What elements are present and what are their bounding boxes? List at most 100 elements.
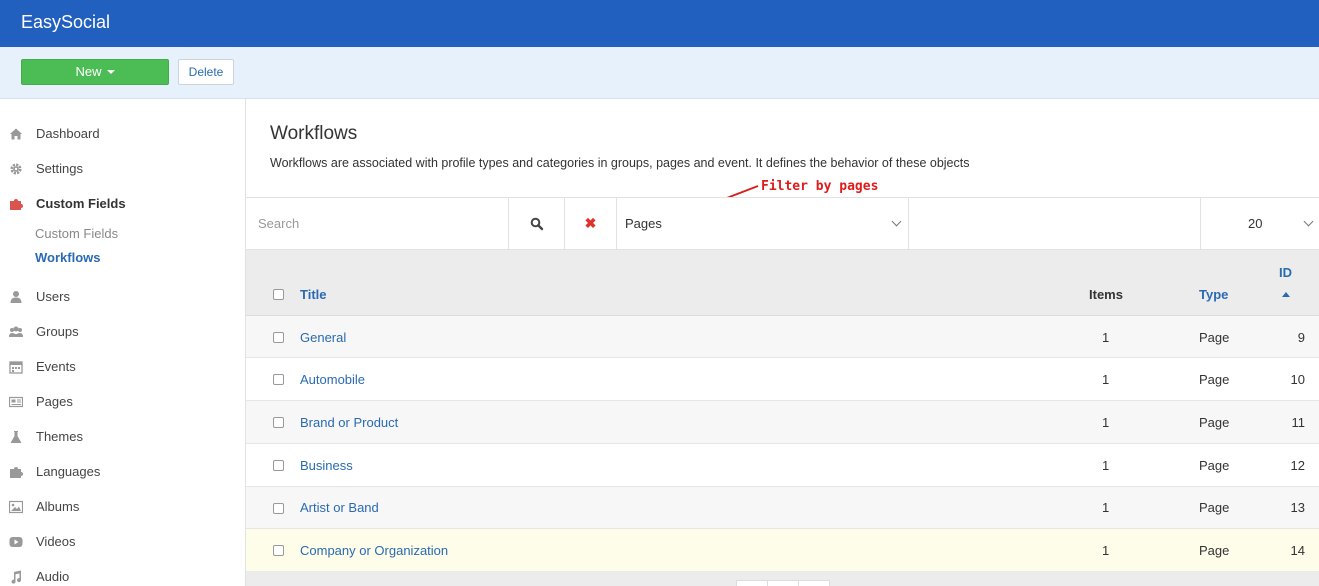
new-button[interactable]: New	[21, 59, 169, 85]
sidebar-item-label: Albums	[36, 499, 80, 514]
row-checkbox[interactable]	[273, 332, 284, 343]
sort-ascending-icon	[1282, 292, 1290, 297]
delete-button[interactable]: Delete	[178, 59, 234, 85]
row-type: Page	[1199, 458, 1230, 473]
table-row: General 1 Page 9	[246, 316, 1319, 358]
sidebar-item-label: Users	[36, 289, 70, 304]
annotation-label: Filter by pages	[761, 179, 879, 194]
table-row: Brand or Product 1 Page 11	[246, 401, 1319, 444]
select-all-checkbox[interactable]	[273, 289, 284, 300]
sidebar-item-pages[interactable]: Pages	[0, 387, 245, 417]
user-icon	[10, 291, 22, 303]
row-title-link[interactable]: Business	[300, 458, 353, 473]
limit-value: 20	[1248, 216, 1263, 231]
top-bar: EasySocial	[0, 0, 1319, 47]
sidebar-item-label: Settings	[36, 161, 83, 176]
puzzle-icon	[10, 467, 23, 478]
sidebar-item-languages[interactable]: Languages	[0, 457, 245, 487]
sidebar-item-dashboard[interactable]: Dashboard	[0, 119, 245, 149]
row-checkbox[interactable]	[273, 417, 284, 428]
sidebar-subitem-custom-fields[interactable]: Custom Fields	[35, 226, 118, 241]
row-title-link[interactable]: Company or Organization	[300, 543, 448, 558]
sidebar-item-users[interactable]: Users	[0, 282, 245, 312]
pagination-button[interactable]	[767, 580, 799, 586]
puzzle-icon	[10, 199, 23, 210]
music-icon	[11, 570, 22, 584]
row-items: 1	[1102, 330, 1110, 345]
pagination-button[interactable]	[798, 580, 830, 586]
chevron-down-icon	[1303, 216, 1314, 227]
caret-down-icon	[106, 70, 115, 74]
new-button-label: New	[75, 64, 102, 79]
clear-search-button[interactable]: ✖	[565, 198, 617, 249]
flask-icon	[10, 431, 22, 443]
sidebar-item-label: Videos	[36, 534, 76, 549]
sidebar-item-themes[interactable]: Themes	[0, 422, 245, 452]
sidebar-item-label: Events	[36, 359, 76, 374]
row-title-link[interactable]: Artist or Band	[300, 500, 379, 515]
row-items: 1	[1102, 458, 1110, 473]
sidebar-item-label: Groups	[36, 324, 79, 339]
sidebar-item-groups[interactable]: Groups	[0, 317, 245, 347]
search-button[interactable]	[509, 198, 565, 249]
sidebar-item-settings[interactable]: Settings	[0, 154, 245, 184]
sidebar-subitem-workflows[interactable]: Workflows	[35, 250, 101, 265]
row-items: 1	[1102, 500, 1110, 515]
sidebar-item-events[interactable]: Events	[0, 352, 245, 382]
row-id: 9	[1297, 330, 1305, 345]
type-filter-value: Pages	[625, 216, 662, 231]
home-icon	[10, 128, 22, 140]
row-checkbox[interactable]	[273, 460, 284, 471]
row-id: 13	[1290, 500, 1305, 515]
play-icon	[9, 537, 23, 547]
row-id: 14	[1290, 543, 1305, 558]
row-type: Page	[1199, 372, 1230, 387]
row-items: 1	[1102, 415, 1110, 430]
page-title: Workflows	[270, 123, 358, 144]
sidebar-item-label: Custom Fields	[36, 196, 126, 211]
search-input[interactable]	[246, 198, 509, 249]
calendar-icon	[9, 361, 23, 374]
row-items: 1	[1102, 372, 1110, 387]
sidebar-item-label: Audio	[36, 569, 70, 584]
row-type: Page	[1199, 500, 1230, 515]
row-checkbox[interactable]	[273, 545, 284, 556]
row-checkbox[interactable]	[273, 503, 284, 514]
search-icon	[530, 217, 544, 231]
sidebar-item-videos[interactable]: Videos	[0, 527, 245, 557]
app-title[interactable]: EasySocial	[21, 12, 110, 33]
row-title-link[interactable]: Brand or Product	[300, 415, 398, 430]
sidebar-item-label: Themes	[36, 429, 83, 444]
limit-select[interactable]: 20	[1200, 198, 1319, 249]
column-id[interactable]: ID	[1279, 265, 1292, 280]
row-id: 10	[1290, 372, 1305, 387]
column-type[interactable]: Type	[1199, 287, 1228, 302]
filter-bar: ✖ Pages 20	[246, 197, 1319, 250]
row-checkbox[interactable]	[273, 374, 284, 385]
column-title[interactable]: Title	[300, 287, 327, 302]
chevron-down-icon	[891, 216, 902, 227]
table-header: Title Items Type ID	[246, 250, 1319, 316]
main-content: Workflows Workflows are associated with …	[246, 99, 1319, 586]
sidebar-item-audio[interactable]: Audio	[0, 562, 245, 586]
sidebar-item-label: Languages	[36, 464, 101, 479]
row-type: Page	[1199, 415, 1230, 430]
row-title-link[interactable]: Automobile	[300, 372, 365, 387]
gear-icon	[10, 163, 22, 175]
row-id: 12	[1290, 458, 1305, 473]
table-row: Company or Organization 1 Page 14	[246, 529, 1319, 572]
table-row: Automobile 1 Page 10	[246, 358, 1319, 401]
sidebar-item-label: Dashboard	[36, 126, 100, 141]
type-filter-select[interactable]: Pages	[617, 198, 909, 249]
page-description: Workflows are associated with profile ty…	[270, 156, 970, 170]
sidebar-item-label: Pages	[36, 394, 73, 409]
image-icon	[9, 500, 23, 514]
table-row: Business 1 Page 12	[246, 444, 1319, 487]
row-title-link[interactable]: General	[300, 330, 346, 345]
sidebar-item-custom-fields[interactable]: Custom Fields	[0, 189, 245, 219]
close-icon: ✖	[584, 215, 597, 231]
column-items: Items	[1089, 287, 1123, 302]
action-toolbar: New Delete	[0, 47, 1319, 99]
sidebar-item-albums[interactable]: Albums	[0, 492, 245, 522]
pagination-button[interactable]	[736, 580, 768, 586]
